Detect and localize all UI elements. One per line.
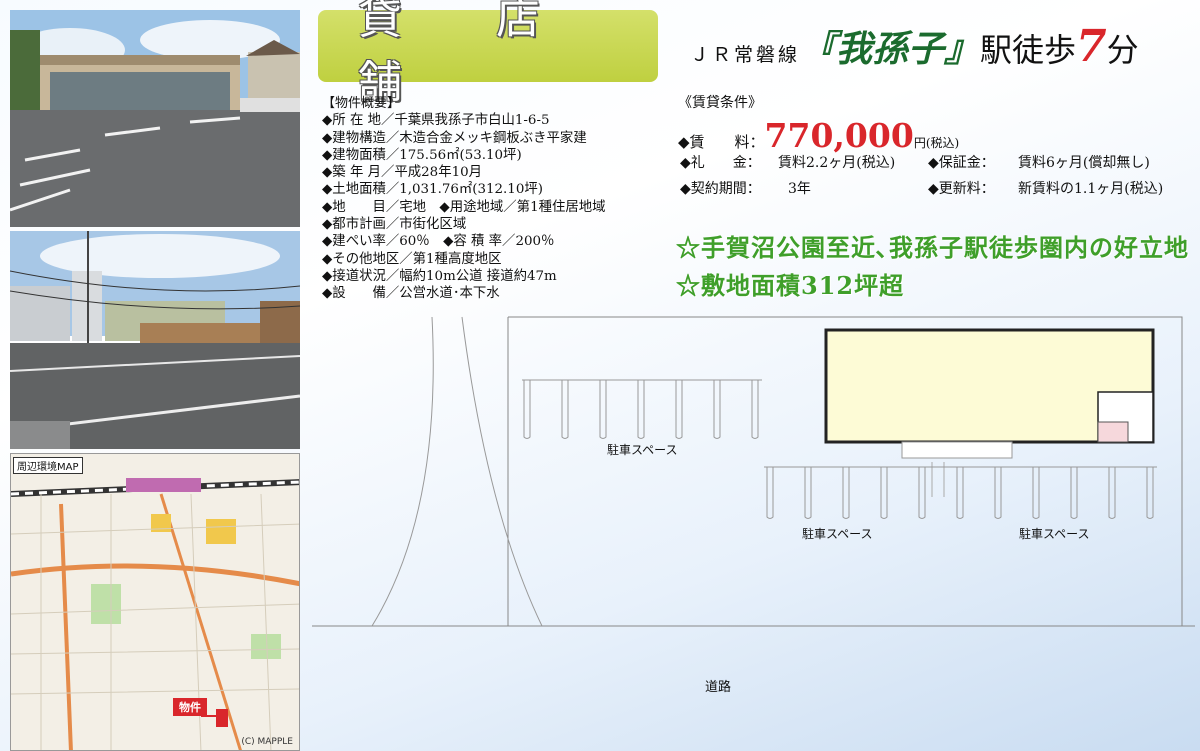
title-banner: 貸 店 舗: [318, 0, 658, 108]
term-value: 3年: [788, 181, 811, 197]
deposit-label: ◆保証金：: [928, 155, 995, 171]
overview-heading: 【物件概要】: [322, 96, 401, 111]
parking-label-upper: 駐車スペース: [607, 443, 678, 457]
road-label: 道路: [705, 680, 732, 695]
station-walk-text: 駅徒歩: [980, 31, 1077, 69]
rent-price-row: ◆賃 料： 770,000 円(税込): [678, 116, 1193, 155]
overview-row: ◆築 年 月／平成28年10月: [322, 165, 483, 181]
rent-unit: 円(税込): [913, 136, 960, 150]
map-credit: (C) MAPPLE: [241, 737, 293, 747]
deposit-value: 賃料6ヶ月(償却無し): [1018, 155, 1150, 171]
map-title: 周辺環境MAP: [13, 457, 83, 474]
minutes-unit: 分: [1106, 31, 1139, 69]
rent-row-term: ◆契約期間： 3年 ◆更新料： 新賃料の1.1ヶ月(税込): [678, 178, 1193, 204]
overview-row: ◆設 備／公営水道･本下水: [322, 286, 500, 302]
overview-row: ◆接道状況／幅約10m公道 接道約47m: [322, 268, 557, 284]
train-line: ＪＲ常磐線: [690, 44, 801, 66]
renewal-value: 新賃料の1.1ヶ月(税込): [1018, 181, 1164, 197]
rent-value: 770,000: [764, 116, 914, 155]
page-title: 貸 店 舗: [358, 0, 580, 108]
site-photo: [10, 231, 300, 449]
parking-label-lower-left: 駐車スペース: [802, 527, 873, 541]
overview-row: ◆都市計画／市街化区域: [322, 217, 467, 233]
overview-row: ◆所 在 地／千葉県我孫子市白山1-6-5: [322, 113, 550, 129]
overview-row: ◆建物構造／木造合金メッキ鋼板ぶき平家建: [322, 130, 587, 146]
overview-row: ◆地 目／宅地 ◆用途地域／第1種住居地域: [322, 199, 606, 215]
property-marker-label: 物件: [173, 698, 207, 716]
rent-heading: 《賃貸条件》: [678, 95, 762, 111]
area-map: 周辺環境MAP 物件 (C) MAPPLE: [10, 453, 300, 751]
key-money-value: 賃料2.2ヶ月(税込): [778, 155, 896, 171]
flyer-page: 周辺環境MAP 物件 (C) MAPPLE 貸 店 舗 ＪＲ常磐線 『我孫子』 …: [0, 0, 1200, 751]
renewal-label: ◆更新料：: [928, 181, 995, 197]
property-overview: 【物件概要】 ◆所 在 地／千葉県我孫子市白山1-6-5 ◆建物構造／木造合金メ…: [322, 95, 692, 303]
station-access: ＪＲ常磐線 『我孫子』 駅徒歩 7 分: [690, 20, 1190, 80]
site-plan: 駐車スペース 駐車スペース 駐車スペース 道路: [312, 312, 1195, 744]
rent-conditions: 《賃貸条件》 ◆賃 料： 770,000 円(税込) ◆礼 金： 賃料2.2ヶ月…: [678, 92, 1193, 204]
walk-minutes: 7: [1076, 21, 1107, 72]
parking-label-lower-right: 駐車スペース: [1019, 527, 1090, 541]
rent-row-deposit: ◆礼 金： 賃料2.2ヶ月(税込) ◆保証金： 賃料6ヶ月(償却無し): [678, 152, 1193, 178]
storefront-photo: [10, 10, 300, 227]
highlight-location: ☆手賀沼公園至近､我孫子駅徒歩圏内の好立地: [676, 233, 1189, 262]
rent-label: ◆賃 料：: [678, 133, 765, 151]
overview-row: ◆建ぺい率／60％ ◆容 積 率／200％: [322, 234, 555, 250]
station-name: 『我孫子』: [800, 28, 981, 70]
overview-row: ◆土地面積／1,031.76㎡(312.10坪): [322, 182, 543, 198]
overview-row: ◆その他地区／第1種高度地区: [322, 251, 502, 267]
overview-row: ◆建物面積／175.56㎡(53.10坪): [322, 147, 522, 163]
term-label: ◆契約期間：: [680, 181, 761, 197]
key-money-label: ◆礼 金：: [680, 155, 761, 171]
highlight-area: ☆敷地面積312坪超: [676, 271, 905, 300]
